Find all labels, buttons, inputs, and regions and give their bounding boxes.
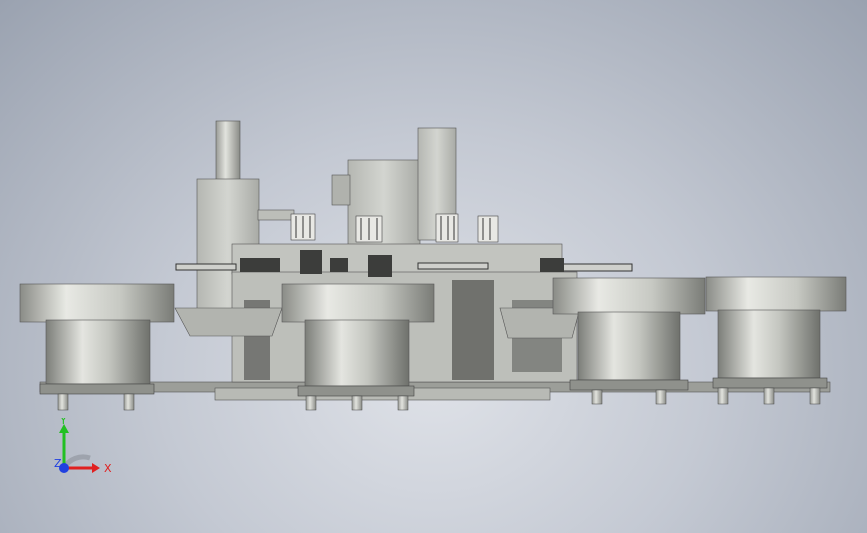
x-axis-arrow (92, 463, 100, 473)
y-axis-label: Y (59, 418, 67, 427)
view-orientation-triad[interactable]: X Y Z (44, 418, 124, 488)
mid-frame[interactable] (231, 243, 563, 275)
z-axis-label: Z (54, 457, 62, 470)
left-hopper[interactable] (174, 307, 283, 337)
vibratory-bowl-4[interactable] (705, 276, 847, 405)
graphics-viewport[interactable]: X Y Z (0, 0, 867, 533)
side-motor[interactable] (331, 174, 351, 206)
assembly-model[interactable] (0, 0, 867, 533)
chimney[interactable] (215, 120, 241, 182)
x-axis-label: X (104, 462, 112, 475)
vibratory-bowl-1[interactable] (19, 283, 175, 411)
arm-bracket[interactable] (257, 209, 295, 221)
